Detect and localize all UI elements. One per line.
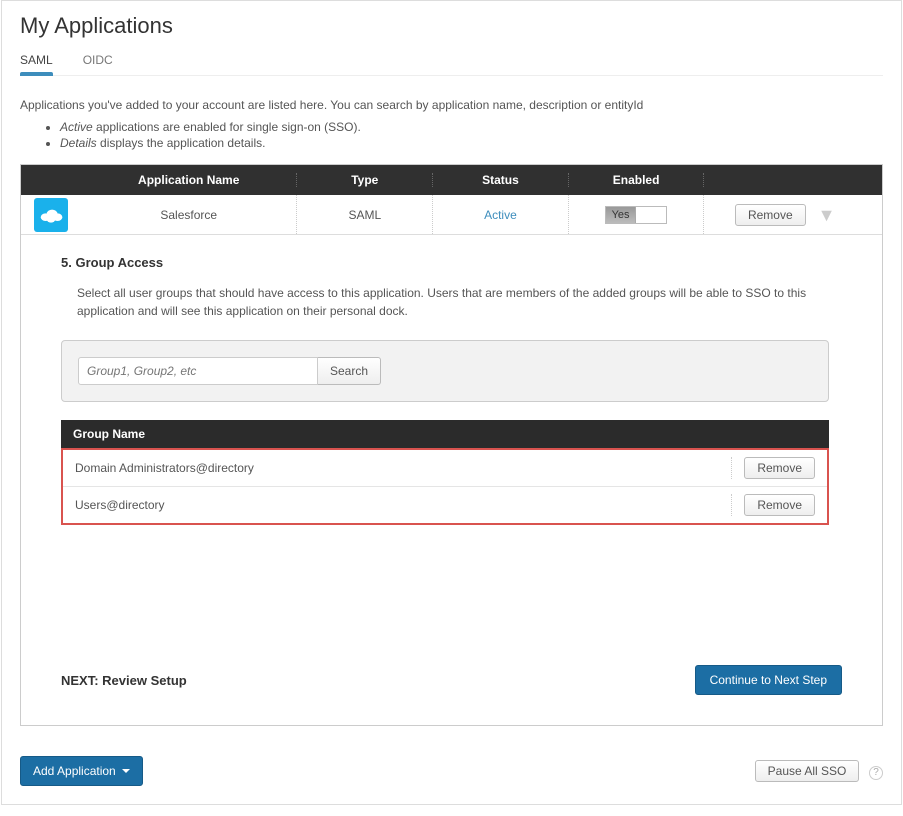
app-enabled-toggle[interactable]: Yes — [605, 206, 667, 224]
app-row: Salesforce SAML Active Yes Remove ▼ — [21, 195, 882, 235]
intro-text: Applications you've added to your accoun… — [20, 98, 883, 112]
intro-bullet-1: Active applications are enabled for sing… — [60, 120, 883, 134]
group-name: Domain Administrators@directory — [75, 461, 254, 475]
app-status-link[interactable]: Active — [484, 208, 517, 222]
app-name: Salesforce — [81, 195, 296, 234]
tabs: SAML OIDC — [20, 49, 883, 76]
toggle-on-label: Yes — [606, 207, 636, 223]
intro-bullet-2: Details displays the application details… — [60, 136, 883, 150]
intro-bullets: Active applications are enabled for sing… — [20, 120, 883, 150]
intro-em-2: Details — [60, 136, 97, 150]
intro-rest-2: displays the application details. — [97, 136, 266, 150]
col-header-type: Type — [296, 173, 432, 187]
col-header-status: Status — [432, 173, 568, 187]
caret-down-icon — [122, 769, 130, 773]
step-footer: NEXT: Review Setup Continue to Next Step — [61, 665, 842, 695]
app-type: SAML — [296, 195, 432, 234]
expand-chevron-icon[interactable]: ▼ — [818, 206, 836, 224]
pause-all-sso-button[interactable]: Pause All SSO — [755, 760, 860, 782]
group-row: Users@directory Remove — [63, 487, 827, 523]
page-title: My Applications — [20, 13, 883, 39]
col-header-enabled: Enabled — [568, 173, 704, 187]
apps-table-header: Application Name Type Status Enabled — [21, 165, 882, 195]
group-table: Group Name Domain Administrators@directo… — [61, 420, 829, 525]
group-search-box: Search — [61, 340, 829, 402]
group-remove-button[interactable]: Remove — [744, 494, 815, 516]
group-search-button[interactable]: Search — [318, 357, 381, 385]
intro-em-1: Active — [60, 120, 93, 134]
intro-rest-1: applications are enabled for single sign… — [93, 120, 361, 134]
step-title: 5. Group Access — [61, 255, 842, 270]
tab-oidc[interactable]: OIDC — [83, 49, 113, 75]
group-search-input[interactable] — [78, 357, 318, 385]
apps-box: Application Name Type Status Enabled Sal… — [20, 164, 883, 726]
step-group-access: 5. Group Access Select all user groups t… — [21, 235, 882, 725]
group-rows-highlighted: Domain Administrators@directory Remove U… — [61, 448, 829, 525]
next-step-label: NEXT: Review Setup — [61, 673, 187, 688]
group-row: Domain Administrators@directory Remove — [63, 450, 827, 487]
continue-button[interactable]: Continue to Next Step — [695, 665, 842, 695]
step-description: Select all user groups that should have … — [77, 284, 842, 320]
group-name: Users@directory — [75, 498, 165, 512]
col-header-name: Application Name — [81, 173, 296, 187]
tab-saml[interactable]: SAML — [20, 49, 53, 75]
add-application-button[interactable]: Add Application — [20, 756, 143, 786]
salesforce-icon — [34, 198, 68, 232]
group-remove-button[interactable]: Remove — [744, 457, 815, 479]
help-icon[interactable]: ? — [869, 766, 883, 780]
group-table-header: Group Name — [61, 420, 829, 448]
add-application-label: Add Application — [33, 764, 116, 778]
app-remove-button[interactable]: Remove — [735, 204, 806, 226]
toggle-off-area — [636, 207, 666, 223]
bottom-bar: Add Application Pause All SSO ? — [20, 756, 883, 786]
